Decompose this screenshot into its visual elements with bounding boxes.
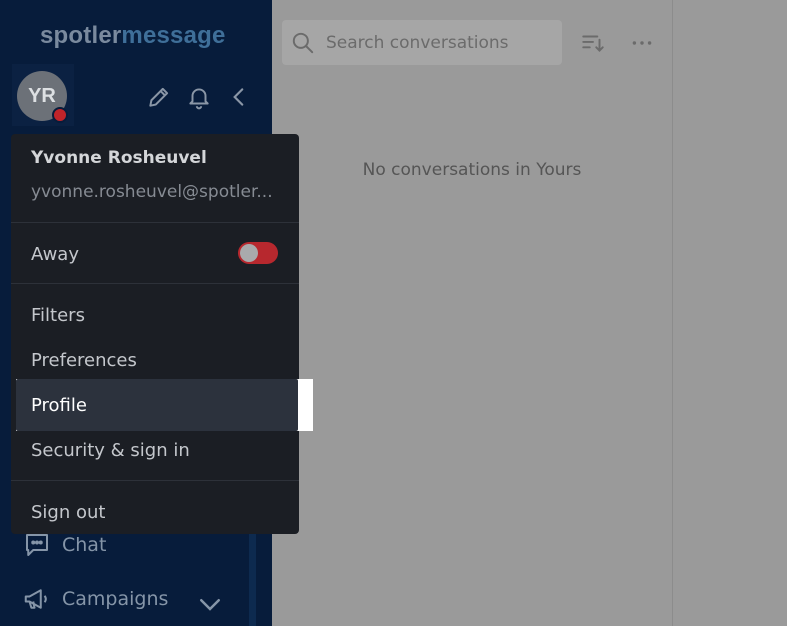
menu-item-profile-highlight: Profile [16, 379, 313, 431]
toggle-knob [240, 244, 258, 262]
nav-item-label: Chat [62, 534, 107, 556]
chevron-down-icon[interactable] [195, 589, 225, 619]
user-email: yvonne.rosheuvel@spotler... [31, 182, 273, 202]
nav-item-campaigns[interactable]: Campaigns [22, 581, 247, 617]
avatar-button[interactable]: YR [12, 64, 74, 126]
user-name: Yvonne Rosheuvel [31, 148, 207, 168]
empty-state-message: No conversations in Yours [362, 160, 582, 180]
conversation-list-panel: No conversations in Yours [272, 0, 673, 626]
menu-item-preferences[interactable]: Preferences [11, 340, 299, 380]
user-menu: Yvonne Rosheuvel yvonne.rosheuvel@spotle… [11, 134, 299, 534]
sidebar-scrollbar[interactable] [249, 520, 256, 626]
menu-item-profile[interactable]: Profile [16, 379, 298, 431]
sort-icon[interactable] [580, 30, 606, 56]
nav-item-label: Campaigns [62, 588, 169, 610]
menu-item-away[interactable]: Away [11, 234, 299, 274]
search-icon [292, 32, 314, 53]
pencil-icon[interactable] [146, 84, 172, 110]
chat-icon [26, 534, 48, 556]
away-label: Away [31, 243, 79, 265]
more-icon[interactable] [629, 30, 655, 56]
menu-item-filters[interactable]: Filters [11, 295, 299, 335]
status-badge [52, 107, 68, 123]
bell-icon[interactable] [186, 84, 212, 110]
menu-item-security[interactable]: Security & sign in [11, 430, 299, 470]
megaphone-icon [24, 589, 47, 609]
search-input[interactable] [324, 31, 548, 54]
chevron-left-icon[interactable] [226, 84, 252, 110]
sign-out-button[interactable]: Sign out [11, 492, 299, 532]
divider [11, 283, 299, 284]
divider [11, 480, 299, 481]
search-box[interactable] [282, 20, 562, 65]
away-toggle[interactable] [238, 242, 278, 264]
divider [11, 222, 299, 223]
brand-logo: spotlermessage [40, 22, 226, 49]
